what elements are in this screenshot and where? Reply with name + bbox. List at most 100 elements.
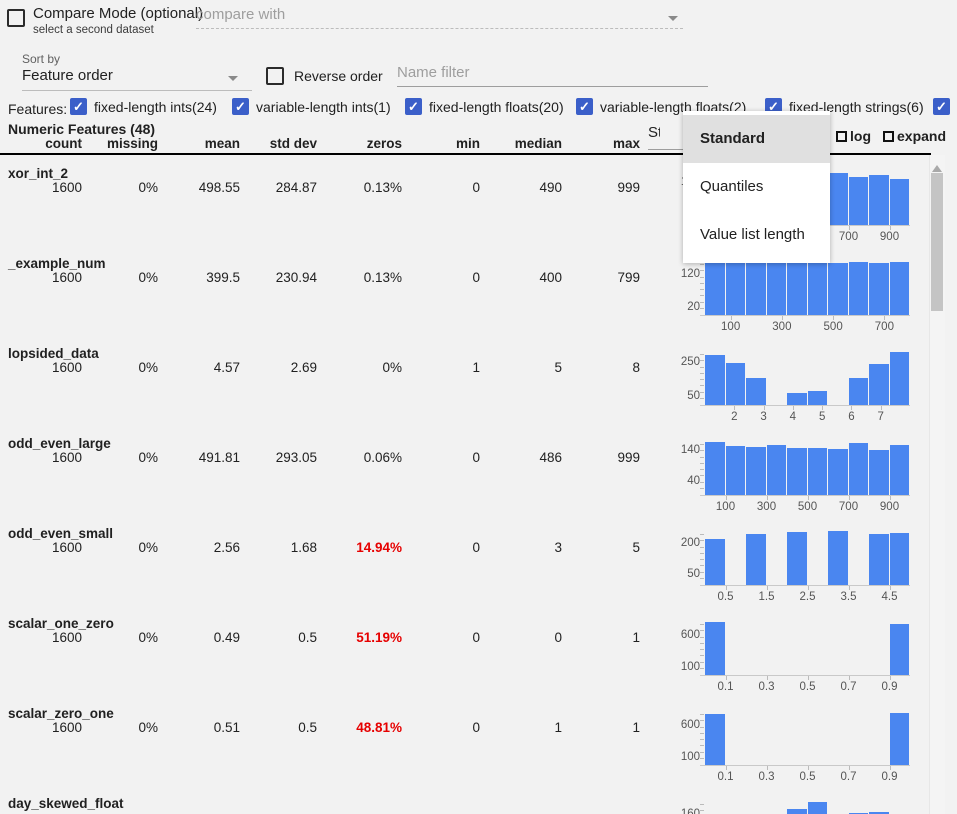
y-tick-label: 120: [640, 268, 700, 280]
feature-filter-checkbox[interactable]: ✓: [576, 98, 593, 115]
stat-std_dev: 293.05: [240, 450, 317, 465]
stat-mean: 4.57: [158, 360, 240, 375]
feature-filter-label: variable-length ints(1): [256, 99, 391, 115]
y-minor-tick: [700, 630, 704, 631]
feature-filter-checkbox[interactable]: ✓: [405, 98, 422, 115]
reverse-order-checkbox[interactable]: [266, 67, 284, 85]
stat-mean: 491.81: [158, 450, 240, 465]
y-minor-tick: [700, 488, 704, 489]
feature-name: scalar_one_zero: [8, 616, 114, 631]
sort-dropdown-arrow-icon: [228, 76, 238, 81]
x-tick-label: 100: [709, 321, 753, 333]
stat-std_dev: 284.87: [240, 180, 317, 195]
hist-bar: [890, 445, 910, 495]
hist-bar: [890, 352, 910, 405]
histogram-lopsided_data: 25050234567: [640, 343, 932, 433]
sort-by-select[interactable]: Feature order: [22, 67, 252, 91]
x-tick-label: 700: [827, 231, 871, 243]
expand-toggle[interactable]: expand: [883, 128, 946, 144]
stat-max: 799: [562, 270, 640, 285]
y-minor-tick: [700, 547, 704, 548]
feature-row: odd_even_small16000%2.561.6814.94%035200…: [0, 523, 932, 613]
name-filter-input[interactable]: [397, 64, 708, 87]
y-minor-tick: [700, 373, 704, 374]
stat-max: 1: [562, 630, 640, 645]
hist-bar: [767, 445, 787, 495]
feature-stats: 16000%0.510.548.81%011: [0, 720, 640, 735]
reverse-order-control: Reverse order: [266, 67, 383, 85]
hist-bar: [767, 263, 787, 315]
hist-bar: [787, 532, 807, 585]
feature-filter-checkbox[interactable]: ✓: [933, 98, 950, 115]
chart-type-value: Standard: [648, 124, 660, 141]
stat-mean: 2.56: [158, 540, 240, 555]
y-minor-tick: [700, 655, 704, 656]
column-header-std-dev: std dev: [240, 136, 317, 151]
x-tick: [849, 496, 850, 500]
stat-count: 1600: [0, 540, 82, 555]
feature-filter-checkbox[interactable]: ✓: [232, 98, 249, 115]
column-header-max: max: [562, 136, 640, 151]
hist-bar: [787, 262, 807, 315]
hist-bar: [890, 624, 910, 675]
scrollbar[interactable]: [929, 155, 945, 814]
stat-mean: 0.49: [158, 630, 240, 645]
x-tick: [849, 586, 850, 590]
chart-type-menu: StandardQuantilesValue list length: [683, 111, 830, 263]
feature-filter-item: ✓ variable-length ints(1): [232, 98, 391, 115]
column-header-mean: mean: [158, 136, 240, 151]
scrollbar-thumb[interactable]: [931, 173, 943, 311]
x-tick-label: 0.1: [704, 681, 748, 693]
feature-filter-item: ✓variable-length strings(6): [933, 98, 957, 115]
menu-option-value-list-length[interactable]: Value list length: [683, 211, 830, 259]
menu-option-standard[interactable]: Standard: [683, 115, 830, 163]
stat-std_dev: 1.68: [240, 540, 317, 555]
x-tick: [890, 586, 891, 590]
x-tick: [808, 586, 809, 590]
sort-by-value: Feature order: [22, 67, 113, 84]
hist-bar: [869, 263, 889, 315]
y-tick-label: 20: [640, 301, 700, 313]
compare-mode-subtitle: select a second dataset: [33, 24, 154, 36]
stat-mean: 498.55: [158, 180, 240, 195]
stat-missing: 0%: [82, 180, 158, 195]
hist-bar: [869, 364, 889, 405]
x-tick-label: 700: [827, 501, 871, 513]
y-minor-tick: [700, 804, 704, 805]
stat-min: 0: [402, 270, 480, 285]
feature-filter-checkbox[interactable]: ✓: [70, 98, 87, 115]
scrollbar-up-arrow-icon[interactable]: [932, 160, 942, 172]
log-toggle[interactable]: log: [836, 128, 871, 144]
stat-min: 0: [402, 540, 480, 555]
hist-bar: [726, 446, 746, 495]
y-minor-tick: [700, 534, 704, 535]
x-tick-label: 100: [704, 501, 748, 513]
x-tick-label: 0.9: [868, 771, 912, 783]
chart-type-select[interactable]: Standard: [648, 124, 660, 142]
x-tick-label: 700: [862, 321, 906, 333]
feature-row: day_skewed_float1600.10.30.50.70.9: [0, 793, 932, 814]
stat-median: 1: [480, 720, 562, 735]
column-header-min: min: [402, 136, 480, 151]
hist-bar: [705, 714, 725, 765]
compare-with-input[interactable]: [196, 6, 683, 29]
y-minor-tick: [700, 277, 704, 278]
expand-checkbox-icon[interactable]: [883, 131, 894, 142]
feature-name: scalar_zero_one: [8, 706, 114, 721]
x-tick: [849, 676, 850, 680]
hist-bar: [828, 173, 848, 225]
compare-mode-checkbox[interactable]: [7, 9, 25, 27]
log-checkbox-icon[interactable]: [836, 131, 847, 142]
y-tick-label: 50: [640, 390, 700, 402]
hist-bar: [726, 363, 746, 405]
y-minor-tick: [700, 733, 704, 734]
menu-option-quantiles[interactable]: Quantiles: [683, 163, 830, 211]
hist-bar: [828, 449, 848, 495]
compare-dropdown-arrow-icon[interactable]: [668, 16, 678, 21]
stat-count: 1600: [0, 360, 82, 375]
y-minor-tick: [700, 289, 704, 290]
feature-stats: 16000%399.5230.940.13%0400799: [0, 270, 640, 285]
x-tick: [808, 766, 809, 770]
x-tick-label: 7: [859, 411, 903, 423]
stat-missing: 0%: [82, 630, 158, 645]
